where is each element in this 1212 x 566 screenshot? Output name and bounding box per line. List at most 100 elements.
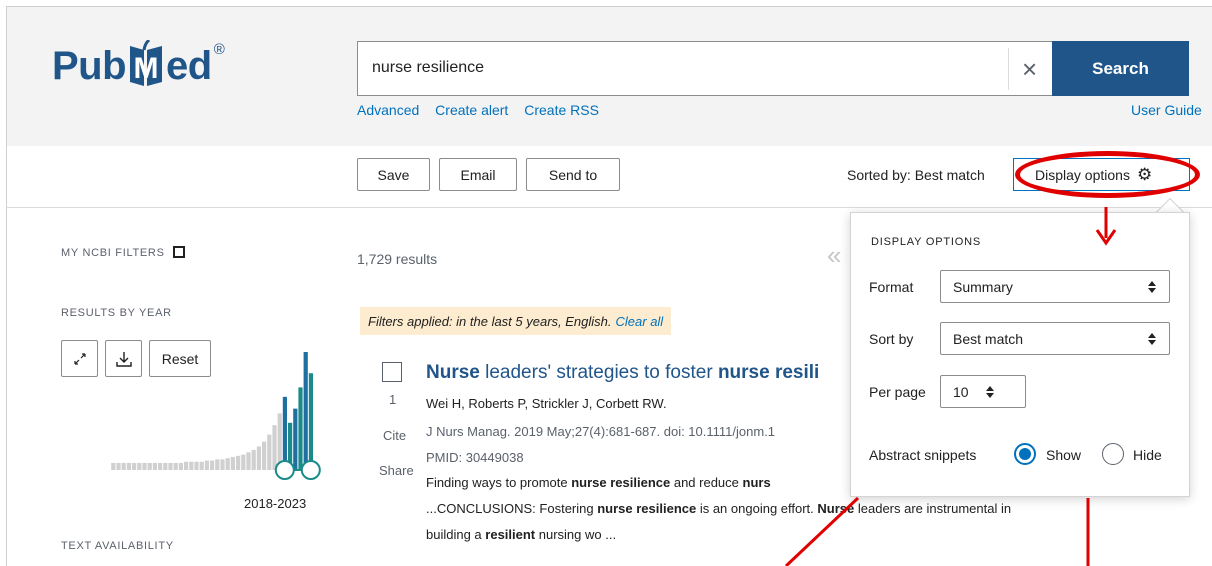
logo-text-right: ed [166, 44, 212, 88]
result-snippet-line-3: building a resilient nursing wo ... [426, 527, 616, 542]
histogram-bar [298, 387, 303, 470]
snippet-text: is an ongoing effort. [696, 501, 818, 516]
title-term-nurse: Nurse [426, 362, 480, 383]
snippet-text: building a [426, 527, 486, 542]
histogram-bar [215, 459, 220, 470]
snippet-text: Finding ways to promote [426, 475, 572, 490]
histogram-bar [152, 462, 157, 470]
clear-icon[interactable]: × [1022, 54, 1037, 84]
external-link-icon [172, 246, 185, 258]
per-page-select[interactable]: 10 [940, 375, 1026, 408]
logo-book-icon: M [130, 40, 163, 86]
histogram-bar [126, 462, 131, 470]
histogram-bar [256, 446, 261, 470]
histogram-bar [178, 462, 183, 470]
svg-text:M: M [134, 52, 159, 85]
histogram-bar [251, 449, 256, 470]
histogram-bar [147, 462, 152, 470]
result-pmid: PMID: 30449038 [426, 450, 524, 465]
search-links: Advanced Create alert Create RSS [357, 102, 611, 118]
histogram-start-handle[interactable] [274, 460, 295, 480]
histogram-bar [246, 452, 251, 470]
result-title-link[interactable]: Nurse leaders' strategies to foster nurs… [426, 362, 819, 384]
sort-by-select[interactable]: Best match [940, 322, 1170, 355]
histogram-bar [163, 462, 168, 470]
per-page-label: Per page [869, 384, 926, 400]
display-options-title: DISPLAY OPTIONS [871, 236, 982, 248]
search-input[interactable] [372, 59, 992, 77]
create-alert-link[interactable]: Create alert [435, 102, 508, 118]
histogram-bar [204, 460, 209, 470]
format-select[interactable]: Summary [940, 270, 1170, 303]
logo-text-left: Pub [52, 44, 127, 88]
histogram-bar [230, 457, 235, 470]
advanced-link[interactable]: Advanced [357, 102, 419, 118]
save-button[interactable]: Save [357, 158, 430, 191]
histogram-bar [241, 454, 246, 470]
format-select-value: Summary [953, 278, 1013, 295]
histogram-end-handle[interactable] [300, 460, 321, 480]
annotation-oval [1015, 151, 1200, 198]
histogram-bar [282, 396, 287, 470]
share-button[interactable]: Share [379, 463, 414, 478]
title-text: leaders' strategies to foster [479, 362, 718, 383]
histogram-bar [194, 461, 199, 470]
pubmed-page: Pub M ed ® × Search Advanced Create aler… [0, 0, 1212, 566]
snippet-highlight: Nurse [817, 501, 855, 516]
snippet-highlight: nurs [742, 475, 771, 490]
results-by-year-histogram[interactable] [60, 340, 322, 492]
snippets-show-radio[interactable] [1014, 443, 1036, 465]
result-number: 1 [389, 392, 397, 407]
snippets-show-label[interactable]: Show [1046, 447, 1081, 463]
histogram-bar [168, 462, 173, 470]
histogram-bar [199, 461, 204, 470]
format-label: Format [869, 279, 914, 295]
result-authors: Wei H, Roberts P, Strickler J, Corbett R… [426, 396, 667, 411]
histogram-bar [210, 460, 215, 470]
snippets-hide-label[interactable]: Hide [1133, 447, 1162, 463]
logo-registered-mark: ® [213, 41, 225, 58]
search-clear-separator [1008, 48, 1009, 90]
search-box: × [357, 41, 1052, 96]
histogram-bar [272, 425, 277, 470]
histogram-bar [184, 461, 189, 470]
search-button[interactable]: Search [1052, 41, 1189, 96]
histogram-bar [121, 462, 126, 470]
histogram-bar [303, 352, 308, 470]
display-options-popup: DISPLAY OPTIONS Format Summary Sort by B… [850, 212, 1190, 497]
snippets-hide-radio[interactable] [1102, 443, 1124, 465]
select-arrows-icon [1148, 333, 1156, 345]
year-range-label: 2018-2023 [244, 496, 307, 511]
snippet-text: nursing wo ... [535, 527, 617, 542]
histogram-bar [293, 408, 298, 470]
cite-button[interactable]: Cite [383, 428, 406, 443]
filters-applied-banner: Filters applied: in the last 5 years, En… [360, 307, 672, 335]
chevron-left-icon[interactable]: « [827, 240, 841, 271]
result-snippet-line-2: ...CONCLUSIONS: Fostering nurse resilien… [426, 501, 1011, 516]
my-ncbi-filters-heading[interactable]: MY NCBI FILTERS [61, 244, 185, 259]
histogram-bar [132, 462, 137, 470]
pubmed-logo[interactable]: Pub M ed ® [52, 40, 225, 92]
title-term-resilience: nurse resili [717, 362, 820, 383]
select-arrows-icon [1148, 281, 1156, 293]
histogram-bar [262, 441, 267, 470]
my-ncbi-filters-label: MY NCBI FILTERS [61, 247, 165, 259]
user-guide-link[interactable]: User Guide [1131, 102, 1202, 118]
snippet-text: ...CONCLUSIONS: Fostering [426, 501, 598, 516]
abstract-snippets-label: Abstract snippets [869, 447, 977, 463]
sort-by-label: Sort by [869, 331, 914, 347]
text-availability-heading: TEXT AVAILABILITY [61, 540, 174, 552]
histogram-bar [220, 459, 225, 470]
histogram-bar [189, 461, 194, 470]
filters-applied-text: Filters applied: in the last 5 years, En… [368, 313, 612, 329]
snippet-highlight: resilient [485, 527, 536, 542]
result-checkbox[interactable] [382, 362, 402, 382]
snippet-highlight: nurse resilience [597, 501, 697, 516]
email-button[interactable]: Email [439, 158, 517, 191]
sort-by-select-value: Best match [953, 330, 1024, 347]
send-to-button[interactable]: Send to [526, 158, 620, 191]
create-rss-link[interactable]: Create RSS [524, 102, 599, 118]
per-page-select-value: 10 [953, 383, 969, 400]
clear-all-link[interactable]: Clear all [616, 314, 664, 329]
result-count: 1,729 results [357, 251, 438, 267]
